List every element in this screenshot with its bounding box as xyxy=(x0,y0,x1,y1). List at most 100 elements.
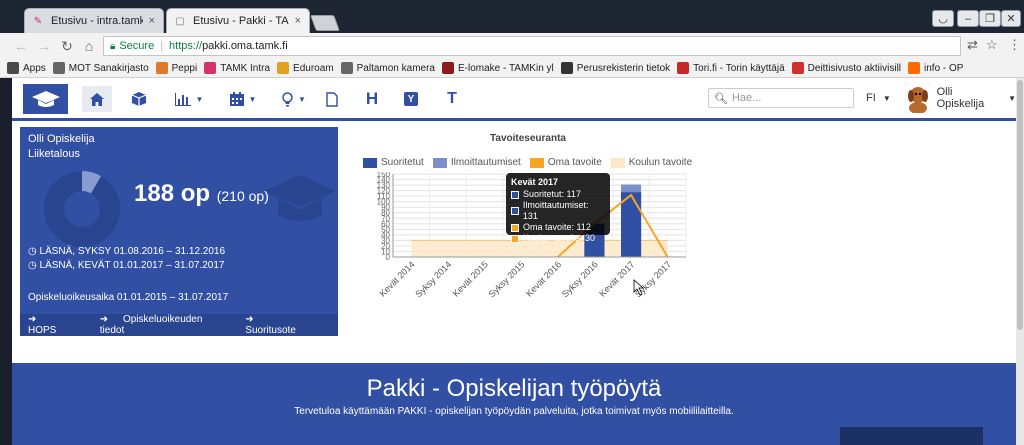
study-right-link[interactable]: ➜ Opiskeluoikeuden tiedot xyxy=(100,314,234,336)
legend-item[interactable]: Oma tavoite xyxy=(529,157,602,168)
forward-icon[interactable]: → xyxy=(35,37,53,55)
home-icon[interactable]: ⌂ xyxy=(80,37,98,55)
user-menu[interactable]: Olli Opiskelija ▼ xyxy=(905,83,1016,113)
bookmark-item[interactable]: Perusrekisterin tietok xyxy=(560,62,671,74)
clock-icon: ◷ xyxy=(28,260,37,271)
legend-item[interactable]: Suoritetut xyxy=(363,157,424,168)
chevron-down-icon: ▼ xyxy=(298,94,306,104)
nav-calendar-icon[interactable]: ▼ xyxy=(224,86,262,112)
tooltip-swatch xyxy=(511,190,519,199)
nav-document-icon[interactable] xyxy=(321,86,343,112)
translate-icon[interactable]: ⇄ xyxy=(967,37,978,53)
bookmark-label: E-lomake - TAMKin yl xyxy=(458,62,554,74)
close-tab-icon[interactable]: × xyxy=(149,15,155,27)
bookmark-item[interactable]: Eduroam xyxy=(277,62,334,74)
arrow-circle-icon: ➜ xyxy=(99,314,111,325)
bookmark-item[interactable]: Apps xyxy=(7,62,46,74)
nav-charts-icon[interactable]: ▼ xyxy=(169,86,209,112)
minimize-icon[interactable]: – xyxy=(957,10,979,27)
bookmark-star-icon[interactable]: ☆ xyxy=(986,37,998,53)
graduation-cap-watermark-icon xyxy=(264,175,336,221)
restore-icon[interactable]: ❐ xyxy=(979,10,1001,27)
profile-icon[interactable]: ◡ xyxy=(932,10,954,27)
legend-label: Koulun tavoite xyxy=(628,157,693,168)
bookmark-label: MOT Sanakirjasto xyxy=(68,62,149,74)
address-bar[interactable]: 🔒︎ Secure | https:// pakki.oma.tamk.fi xyxy=(103,36,961,56)
x-tick-label: Kevät 2016 xyxy=(524,259,563,298)
scrollbar-thumb[interactable] xyxy=(1017,80,1023,330)
legend-label: Oma tavoite xyxy=(547,157,602,168)
book-icon xyxy=(560,62,573,74)
search-input[interactable]: 🔍︎ Hae... xyxy=(708,88,854,108)
nav-cube-icon[interactable] xyxy=(126,86,152,112)
status-row: ◷ LÄSNÄ, KEVÄT 01.01.2017 – 31.07.2017 xyxy=(28,260,224,271)
tooltip-swatch xyxy=(511,234,519,243)
chart-title: Tavoiteseuranta xyxy=(490,133,566,144)
hops-link[interactable]: ➜ HOPS xyxy=(28,314,88,336)
menu-icon[interactable]: ⋮ xyxy=(1008,37,1021,53)
bookmark-item[interactable]: Peppi xyxy=(155,62,198,74)
nav-h-icon[interactable]: H xyxy=(361,86,383,112)
bookmark-label: Apps xyxy=(23,62,46,74)
tooltip-label: Koulun tavoite: 30 xyxy=(523,233,596,243)
legend-item[interactable]: Koulun tavoite xyxy=(610,157,693,168)
tooltip-swatch xyxy=(511,207,519,215)
bookmark-item[interactable]: E-lomake - TAMKin yl xyxy=(442,62,554,74)
nav-lightbulb-icon[interactable]: ▼ xyxy=(276,86,312,112)
language-label: FI xyxy=(866,92,876,104)
bookmark-item[interactable]: Paltamon kamera xyxy=(340,62,435,74)
secure-label: Secure xyxy=(119,40,155,52)
tooltip-label: Oma tavoite: 112 xyxy=(523,222,591,232)
bookmark-item[interactable]: Deittisivusto aktiivisill xyxy=(791,62,901,74)
bookmark-item[interactable]: info - OP xyxy=(908,62,963,74)
window-close-icon[interactable]: ✕ xyxy=(1001,10,1021,27)
tooltip-row: Ilmoittautumiset: 131 xyxy=(511,200,605,222)
nav-y-icon[interactable]: Y xyxy=(400,86,422,112)
bookmark-item[interactable]: TAMK Intra xyxy=(204,62,270,74)
nav-home-icon[interactable] xyxy=(82,86,112,112)
bookmark-label: Peppi xyxy=(171,62,198,74)
heart-icon xyxy=(791,62,804,74)
url-host: pakki.oma.tamk.fi xyxy=(202,40,288,52)
banner-subtitle: Tervetuloa käyttämään PAKKI - opiskelija… xyxy=(294,406,734,417)
completed-bar xyxy=(620,192,642,257)
close-tab-icon[interactable]: × xyxy=(295,15,301,27)
reload-icon[interactable]: ↻ xyxy=(58,37,76,55)
bookmark-label: Perusrekisterin tietok xyxy=(576,62,671,74)
card-links: ➜ HOPS ➜ Opiskeluoikeuden tiedot ➜ Suori… xyxy=(20,314,338,336)
tab-title: Etusivu - intra.tamk.fi xyxy=(51,15,143,27)
nav-t-icon[interactable]: T xyxy=(441,86,463,112)
x-tick-label: Kevät 2017 xyxy=(597,259,636,298)
tooltip-row: Suoritetut: 117 xyxy=(511,189,605,200)
language-select[interactable]: FI ▼ xyxy=(866,92,891,104)
new-tab-button[interactable] xyxy=(310,15,340,31)
legend-label: Suoritetut xyxy=(381,157,424,168)
avatar xyxy=(905,83,931,113)
browser-tab-intra[interactable]: ✎ Etusivu - intra.tamk.fi × xyxy=(24,8,164,33)
bookmark-item[interactable]: Tori.fi - Torin käyttäjä xyxy=(677,62,785,74)
search-placeholder: Hae... xyxy=(731,92,762,104)
x-tick-label: Kevät 2014 xyxy=(377,259,416,298)
lock-icon: 🔒︎ xyxy=(110,40,116,52)
student-name: Olli Opiskelija xyxy=(28,133,95,145)
user-name: Olli Opiskelija xyxy=(936,86,985,110)
bookmark-item[interactable]: MOT Sanakirjasto xyxy=(52,62,149,74)
y-tick-label: 150 xyxy=(377,172,391,179)
transcript-link[interactable]: ➜ Suoritusote xyxy=(245,314,326,336)
back-icon[interactable]: ← xyxy=(12,37,30,55)
legend-item[interactable]: Ilmoittautumiset xyxy=(432,157,521,168)
link-label: HOPS xyxy=(28,325,57,336)
tooltip-title: Kevät 2017 xyxy=(511,177,559,187)
browser-tab-pakki[interactable]: ▢ Etusivu - Pakki - TAMK × xyxy=(166,8,310,33)
clock-icon: ◷ xyxy=(28,246,37,257)
legend-swatch xyxy=(432,157,447,168)
bookmarks-bar: Apps MOT Sanakirjasto Peppi TAMK Intra Eduro… xyxy=(0,59,1024,78)
graduation-cap-logo-icon[interactable] xyxy=(23,84,68,114)
study-right-period: Opiskeluoikeusaika 01.01.2015 – 31.07.20… xyxy=(28,292,229,303)
legend-swatch xyxy=(363,157,377,168)
chevron-down-icon: ▼ xyxy=(248,94,257,104)
student-department: Liiketalous xyxy=(28,148,80,160)
legend-swatch xyxy=(610,157,625,168)
search-icon: 🔍︎ xyxy=(714,92,728,105)
eduroam-icon xyxy=(277,62,290,74)
